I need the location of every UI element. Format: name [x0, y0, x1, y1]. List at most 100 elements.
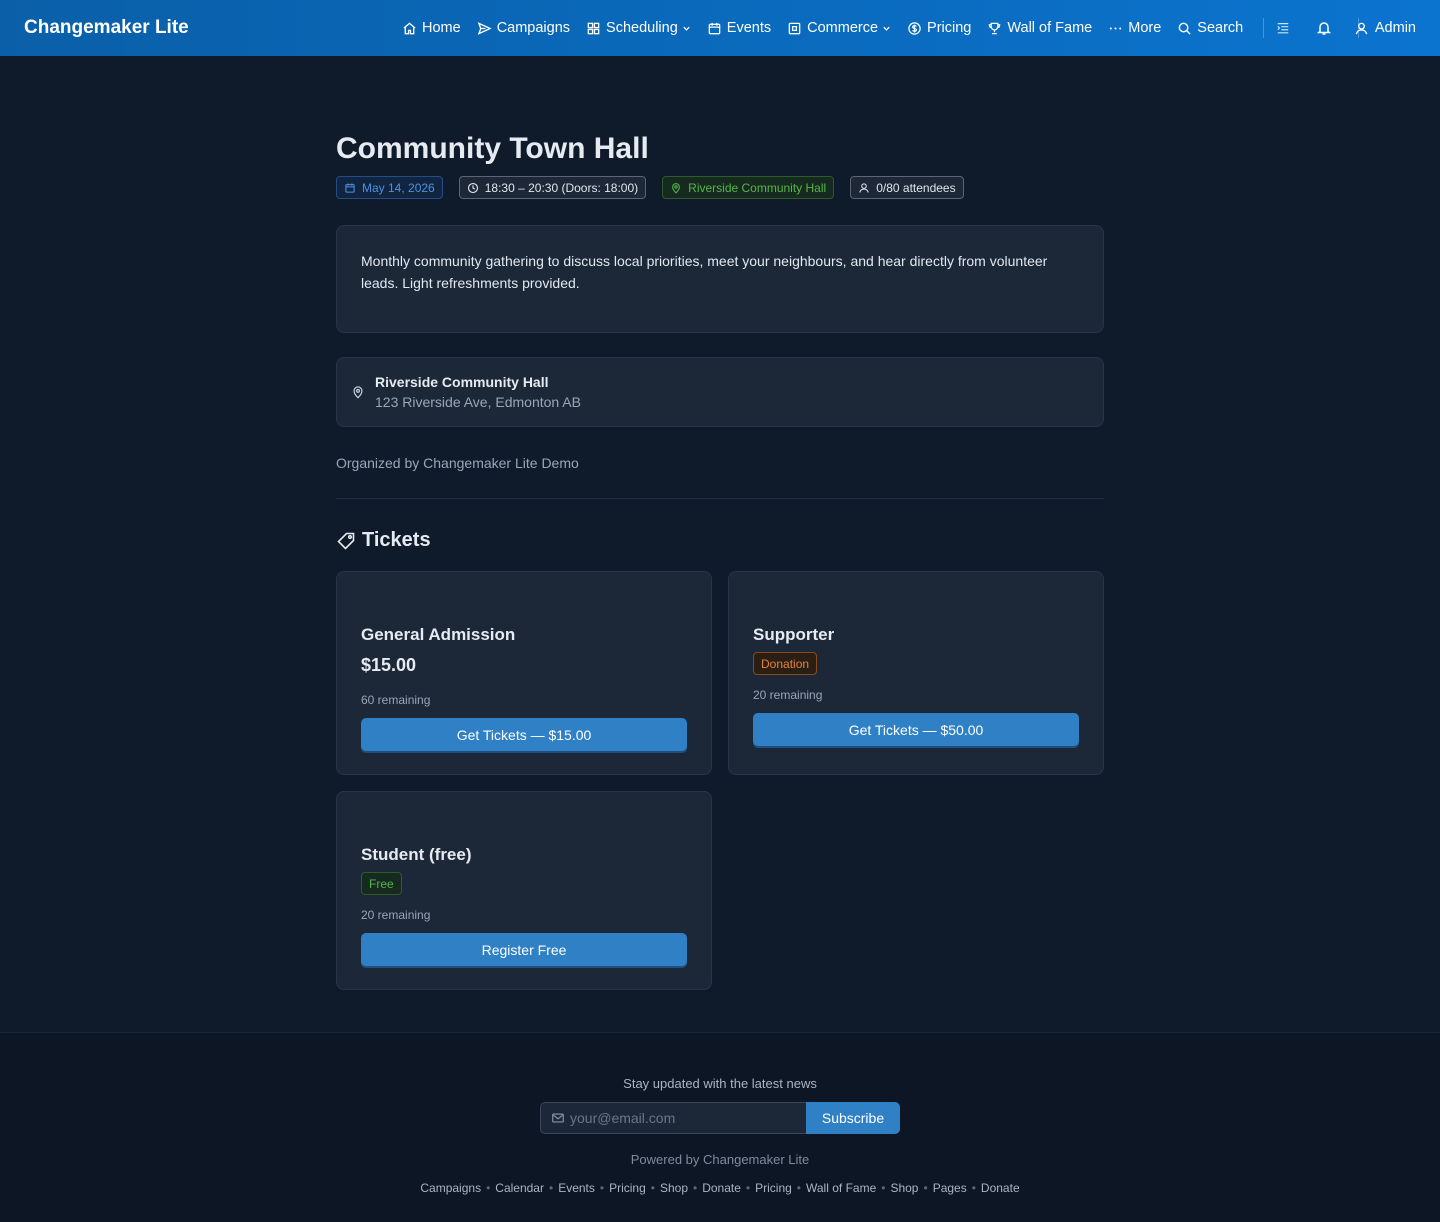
nav-events-label: Events — [726, 20, 772, 36]
nav-divider — [1263, 18, 1265, 38]
user-icon — [858, 182, 870, 194]
nav-wall-of-fame-label: Wall of Fame — [1007, 20, 1093, 36]
menu-toggle-button[interactable] — [1276, 21, 1290, 35]
get-tickets-button[interactable]: Get Tickets — $15.00 — [361, 718, 687, 751]
footer-separator: • — [486, 1181, 491, 1195]
ticket-card-student: Student (free) Free 20 remaining Registe… — [336, 791, 712, 990]
nav-commerce-label: Commerce — [807, 20, 879, 36]
nav-pricing-label: Pricing — [927, 20, 972, 36]
top-navbar: Changemaker Lite Home Campaigns Scheduli… — [0, 0, 1440, 56]
grid-icon — [586, 21, 601, 36]
main-nav: Home Campaigns Scheduling Events Commerc… — [402, 0, 1371, 56]
footer-link-donate[interactable]: Donate — [702, 1181, 741, 1195]
location-badge: Riverside Community Hall — [662, 176, 835, 199]
brand-logo[interactable]: Changemaker Lite — [24, 17, 189, 39]
nav-wall-of-fame[interactable]: Wall of Fame — [987, 20, 1092, 36]
footer-link-pricing[interactable]: Pricing — [609, 1181, 646, 1195]
admin-menu[interactable]: Admin — [1354, 0, 1416, 56]
ticket-remaining: 20 remaining — [361, 908, 431, 922]
ticket-name: Supporter — [753, 625, 835, 644]
newsletter-text: Stay updated with the latest news — [623, 1076, 817, 1091]
notifications-button[interactable] — [1316, 20, 1332, 36]
footer-separator: • — [796, 1181, 801, 1195]
email-field[interactable] — [540, 1102, 806, 1134]
venue-info: Riverside Community Hall 123 Riverside A… — [375, 374, 581, 410]
chevron-down-icon — [883, 24, 891, 33]
nav-search[interactable]: Search — [1177, 20, 1243, 36]
nav-more[interactable]: More — [1108, 20, 1161, 36]
location-text: Riverside Community Hall — [688, 180, 827, 195]
send-icon — [477, 21, 492, 36]
newsletter-form: Subscribe — [540, 1102, 900, 1134]
footer-links: Campaigns • Calendar • Events • Pricing • Sh… — [0, 1181, 1440, 1195]
event-detail: Community Town Hall May 14, 2026 18:30 –… — [336, 56, 1104, 990]
ticket-name: General Admission — [361, 625, 516, 644]
nav-events[interactable]: Events — [707, 20, 771, 36]
footer-link-wall-of-fame[interactable]: Wall of Fame — [806, 1181, 876, 1195]
ticket-remaining: 20 remaining — [753, 688, 823, 702]
chevron-down-icon — [683, 24, 691, 33]
event-description: Monthly community gathering to discuss l… — [336, 225, 1104, 333]
tickets-heading: Tickets — [336, 529, 1104, 552]
donation-badge: Donation — [753, 652, 818, 675]
section-divider — [336, 498, 1104, 499]
attendees-text: 0/80 attendees — [876, 180, 956, 195]
event-meta: May 14, 2026 18:30 – 20:30 (Doors: 18:00… — [336, 176, 1104, 199]
ticket-remaining: 60 remaining — [361, 693, 431, 707]
tickets-heading-text: Tickets — [362, 529, 431, 551]
footer-separator: • — [548, 1181, 554, 1195]
home-icon — [402, 21, 417, 36]
footer-link-shop[interactable]: Shop — [660, 1181, 688, 1195]
ellipsis-icon — [1108, 21, 1123, 36]
attendees-badge: 0/80 attendees — [850, 176, 964, 199]
footer-link-pages[interactable]: Pages — [933, 1181, 967, 1195]
footer-link-pricing[interactable]: Pricing — [755, 1181, 792, 1195]
nav-scheduling-label: Scheduling — [606, 20, 678, 36]
footer-link-campaigns[interactable]: Campaigns — [420, 1181, 481, 1195]
ticket-card-supporter: Supporter Donation 20 remaining Get Tick… — [728, 571, 1104, 775]
venue-card: Riverside Community Hall 123 Riverside A… — [336, 357, 1104, 427]
time-badge: 18:30 – 20:30 (Doors: 18:00) — [458, 176, 647, 199]
email-input[interactable] — [570, 1110, 790, 1126]
ticket-card-general-admission: General Admission $15.00 60 remaining Ge… — [336, 571, 712, 775]
nav-home[interactable]: Home — [402, 20, 461, 36]
footer-link-shop[interactable]: Shop — [890, 1181, 918, 1195]
venue-name: Riverside Community Hall — [375, 374, 549, 390]
tag-icon — [336, 531, 356, 551]
nav-home-label: Home — [422, 20, 461, 36]
map-pin-icon — [670, 182, 682, 194]
calendar-icon — [344, 182, 356, 194]
nav-search-label: Search — [1197, 20, 1244, 36]
ticket-name: Student (free) — [361, 845, 472, 864]
search-icon — [1177, 21, 1192, 36]
subscribe-button[interactable]: Subscribe — [806, 1102, 900, 1134]
register-free-button[interactable]: Register Free — [361, 933, 687, 966]
nav-campaigns[interactable]: Campaigns — [477, 20, 570, 36]
date-text: May 14, 2026 — [362, 180, 435, 195]
footer-link-events[interactable]: Events — [558, 1181, 595, 1195]
get-tickets-button[interactable]: Get Tickets — $50.00 — [753, 713, 1079, 746]
footer-separator: • — [971, 1181, 976, 1195]
footer-separator: • — [923, 1181, 928, 1195]
dollar-icon — [907, 21, 922, 36]
nav-scheduling[interactable]: Scheduling — [586, 20, 691, 36]
free-badge: Free — [361, 872, 402, 895]
nav-commerce[interactable]: Commerce — [787, 20, 891, 36]
store-icon — [787, 21, 802, 36]
mail-icon — [551, 1111, 565, 1125]
indent-list-icon — [1276, 21, 1290, 35]
tickets-grid: General Admission $15.00 60 remaining Ge… — [336, 571, 1104, 990]
trophy-icon — [987, 21, 1002, 36]
footer-separator: • — [650, 1181, 655, 1195]
powered-by-text: Powered by Changemaker Lite — [630, 1152, 810, 1167]
date-badge: May 14, 2026 — [336, 176, 443, 199]
organizer-text: Organized by Changemaker Lite Demo — [336, 455, 579, 471]
footer-link-calendar[interactable]: Calendar — [495, 1181, 544, 1195]
nav-pricing[interactable]: Pricing — [907, 20, 971, 36]
footer-link-donate[interactable]: Donate — [981, 1181, 1020, 1195]
footer-separator: • — [745, 1181, 751, 1195]
calendar-icon — [707, 21, 722, 36]
nav-more-label: More — [1128, 20, 1162, 36]
venue-address: 123 Riverside Ave, Edmonton AB — [375, 394, 581, 410]
map-pin-icon — [351, 385, 365, 399]
